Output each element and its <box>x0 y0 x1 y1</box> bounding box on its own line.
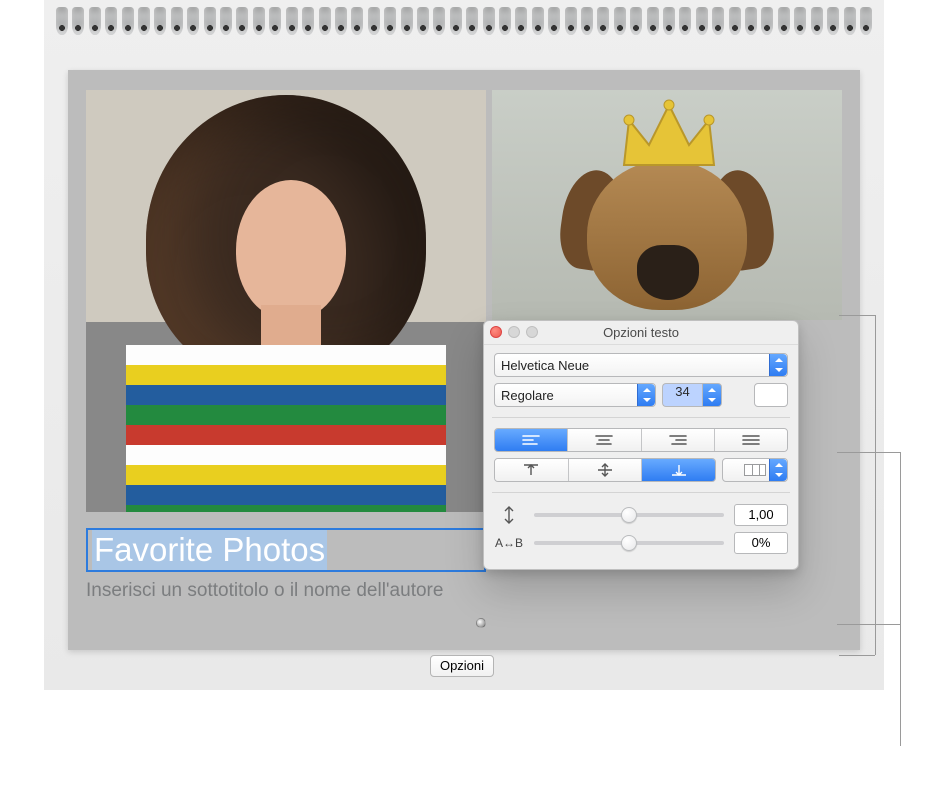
title-text-field[interactable]: Favorite Photos <box>86 528 486 572</box>
callout-line <box>875 315 876 655</box>
panel-title: Opzioni testo <box>603 325 679 340</box>
subtitle-placeholder[interactable]: Inserisci un sottotitolo o il nome dell'… <box>86 580 443 602</box>
callout-line <box>837 624 900 625</box>
photo-secondary[interactable] <box>492 90 842 320</box>
text-color-swatch[interactable] <box>754 383 788 407</box>
minimize-icon <box>508 326 520 338</box>
font-weight-value: Regolare <box>501 388 554 403</box>
panel-title-bar[interactable]: Opzioni testo <box>484 321 798 345</box>
callout-line <box>839 315 875 316</box>
crown-icon <box>617 95 721 175</box>
align-bottom-button[interactable] <box>642 459 715 481</box>
tracking-icon: A↔B <box>494 536 524 550</box>
line-spacing-row: 1,00 <box>494 503 788 527</box>
columns-select[interactable] <box>722 458 788 482</box>
chevron-up-down-icon <box>637 384 655 406</box>
tracking-row: A↔B 0% <box>494 531 788 555</box>
line-height-icon <box>494 505 524 525</box>
separator <box>492 417 790 418</box>
align-center-button[interactable] <box>568 429 641 451</box>
zoom-icon <box>526 326 538 338</box>
callout-line <box>837 452 900 453</box>
font-family-value: Helvetica Neue <box>501 358 589 373</box>
options-button[interactable]: Opzioni <box>430 655 494 677</box>
font-size-stepper[interactable]: 34 <box>662 383 748 407</box>
tracking-value[interactable]: 0% <box>734 532 788 554</box>
align-left-button[interactable] <box>495 429 568 451</box>
tracking-slider[interactable] <box>534 541 724 545</box>
align-middle-button[interactable] <box>569 459 643 481</box>
separator <box>492 492 790 493</box>
chevron-up-down-icon <box>769 459 787 481</box>
justify-button[interactable] <box>715 429 787 451</box>
layout-handle[interactable] <box>476 618 486 628</box>
vertical-alignment-segment <box>494 458 716 482</box>
chevron-up-down-icon <box>769 354 787 376</box>
title-text: Favorite Photos <box>92 530 327 570</box>
align-top-button[interactable] <box>495 459 569 481</box>
font-family-select[interactable]: Helvetica Neue <box>494 353 788 377</box>
line-spacing-slider[interactable] <box>534 513 724 517</box>
text-options-panel: Opzioni testo Helvetica Neue Regolare 34 <box>483 320 799 570</box>
callout-line <box>900 452 901 746</box>
close-icon[interactable] <box>490 326 502 338</box>
spiral-binding: document.write(Array.from({length:50},()… <box>44 0 884 42</box>
chevron-up-down-icon[interactable] <box>702 383 722 407</box>
align-right-button[interactable] <box>642 429 715 451</box>
photo-main[interactable] <box>86 90 486 512</box>
font-size-value[interactable]: 34 <box>662 383 702 407</box>
font-weight-select[interactable]: Regolare <box>494 383 656 407</box>
callout-line <box>839 655 875 656</box>
line-spacing-value[interactable]: 1,00 <box>734 504 788 526</box>
horizontal-alignment-segment <box>494 428 788 452</box>
columns-icon <box>744 464 766 476</box>
